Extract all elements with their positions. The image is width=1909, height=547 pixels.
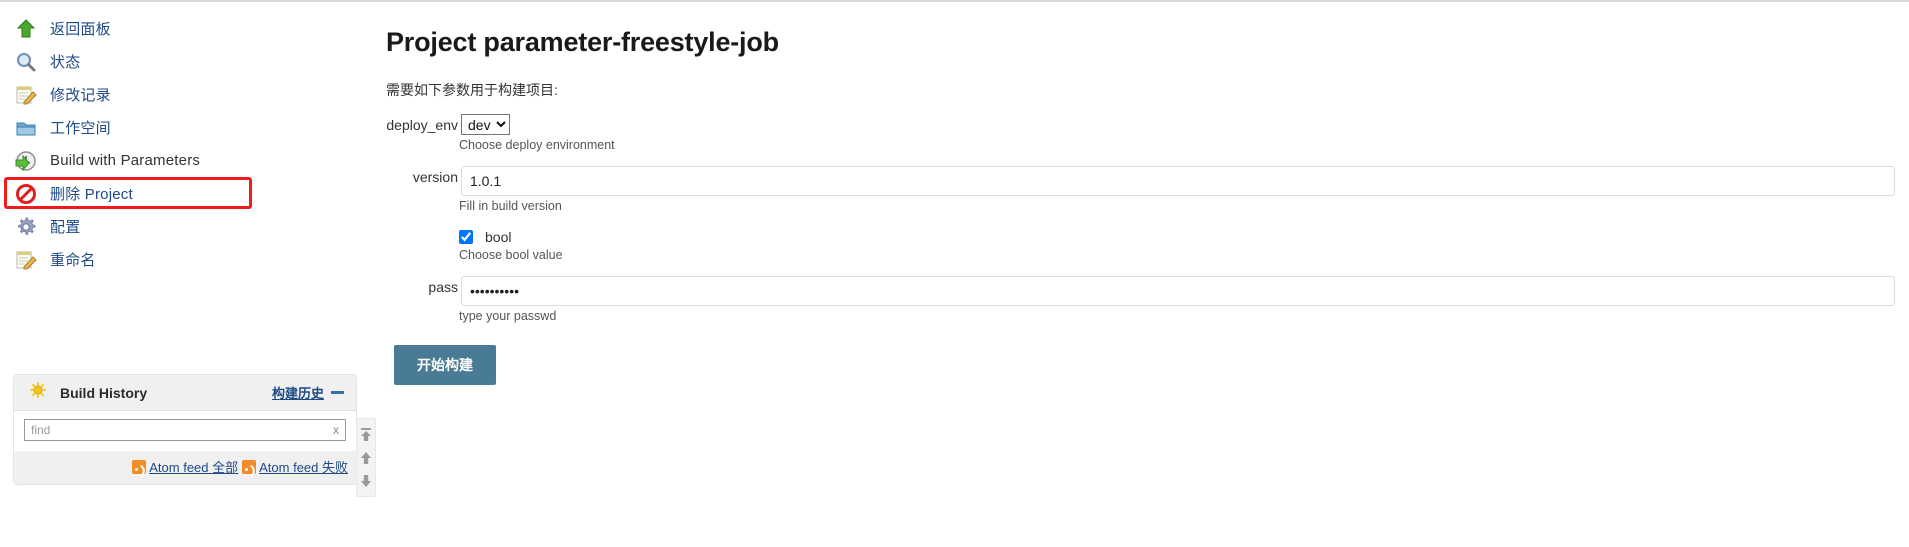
param-label-pass: pass [428,279,458,295]
bool-checkbox[interactable] [459,230,473,244]
build-history-footer: Atom feed 全部 Atom feed 失败 [14,451,356,484]
build-history-find-input[interactable]: find x [24,419,346,441]
sidebar-item-status[interactable]: 状态 [0,45,368,78]
atom-feed-all-label: Atom feed 全部 [149,460,239,475]
build-history-panel: Build History 构建历史 find x Atom feed 全部 A… [13,374,357,485]
atom-feed-all-link[interactable]: Atom feed 全部 [132,457,238,476]
page-title: Project parameter-freestyle-job [386,27,779,57]
param-row-version: version [386,166,1896,196]
build-history-title: Build History [60,384,148,401]
pass-input[interactable] [461,276,1895,306]
build-clock-icon [14,149,38,173]
sidebar-item-label: Build with Parameters [50,152,201,169]
sun-icon [29,381,47,403]
sidebar-item-changes[interactable]: 修改记录 [0,78,368,111]
sidebar-item-label: 状态 [50,54,81,71]
param-desc-pass: type your passwd [459,309,557,323]
page-subtitle: 需要如下参数用于构建项目: [386,82,558,98]
magnifier-icon [14,50,38,74]
param-desc-version: Fill in build version [459,199,562,213]
param-desc-deploy-env: Choose deploy environment [459,138,615,152]
sidebar-item-label: 返回面板 [50,21,111,38]
param-label-deploy-env: deploy_env [386,117,458,133]
scroll-down-button[interactable] [358,469,374,492]
gear-icon [14,215,38,239]
sidebar-item-label: 工作空间 [50,120,111,137]
folder-icon [14,116,38,140]
param-row-deploy-env: deploy_env dev [386,114,1896,135]
build-history-header: Build History 构建历史 [14,375,356,411]
scroll-to-top-button[interactable] [358,423,374,446]
build-history-scroll-controls [356,418,376,497]
atom-feed-failed-link[interactable]: Atom feed 失败 [242,457,348,476]
param-desc-bool: Choose bool value [459,248,563,262]
sidebar-item-build-with-parameters[interactable]: Build with Parameters [0,144,368,177]
atom-feed-failed-label: Atom feed 失败 [259,460,348,475]
build-history-find-wrap: find x [14,411,356,451]
sidebar-item-workspace[interactable]: 工作空间 [0,111,368,144]
param-row-pass: pass [386,276,1896,306]
collapse-icon[interactable] [331,391,344,394]
find-clear-button[interactable]: x [333,423,339,437]
sidebar-item-back-to-dashboard[interactable]: 返回面板 [0,12,368,45]
notepad-pencil-icon [14,248,38,272]
notepad-pencil-icon [14,83,38,107]
sidebar-item-label: 配置 [50,219,81,236]
up-arrow-icon [14,17,38,41]
sidebar-item-label: 删除 Project [50,186,133,203]
find-placeholder-text: find [31,423,51,437]
no-entry-icon [14,182,38,206]
start-build-button[interactable]: 开始构建 [394,345,496,385]
param-row-bool: bool [386,229,1896,245]
sidebar-item-configure[interactable]: 配置 [0,210,368,243]
sidebar-item-delete-project[interactable]: 删除 Project [0,177,368,210]
sidebar-item-label: 重命名 [50,252,96,269]
sidebar-item-rename[interactable]: 重命名 [0,243,368,276]
param-label-bool[interactable]: bool [485,229,511,245]
version-input[interactable] [461,166,1895,196]
param-label-version: version [412,169,458,185]
rss-icon [132,459,147,474]
scroll-up-button[interactable] [358,446,374,469]
sidebar-item-label: 修改记录 [50,87,111,104]
deploy-env-select[interactable]: dev [461,114,510,135]
rss-icon [242,459,257,474]
build-history-link[interactable]: 构建历史 [272,383,324,402]
sidebar: 返回面板 状态 修改记录 工作空间 Build with Parameters … [0,12,368,276]
main-content: Project parameter-freestyle-job 需要如下参数用于… [386,0,1896,385]
